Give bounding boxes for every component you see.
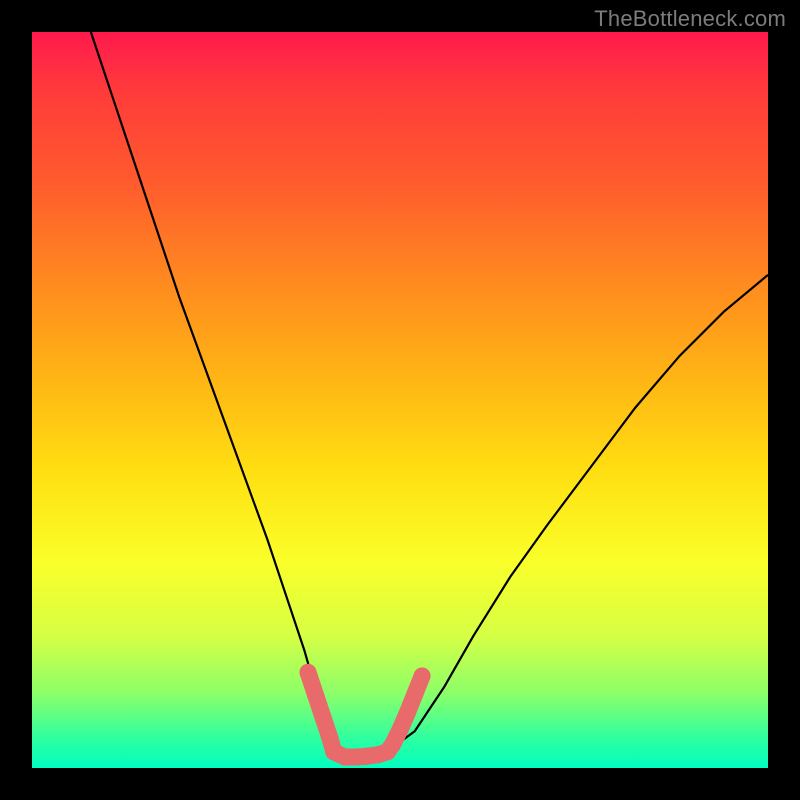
chart-frame: TheBottleneck.com bbox=[0, 0, 800, 800]
chart-svg bbox=[32, 32, 768, 768]
marker-dot bbox=[384, 736, 401, 753]
marker-dot bbox=[399, 704, 416, 721]
highlight-markers bbox=[300, 664, 431, 766]
watermark-text: TheBottleneck.com bbox=[594, 6, 786, 32]
plot-area bbox=[32, 32, 768, 768]
bottleneck-curve bbox=[91, 32, 768, 757]
marker-dot bbox=[314, 708, 331, 725]
marker-dot bbox=[392, 721, 409, 738]
marker-dot bbox=[406, 686, 423, 703]
marker-dot bbox=[307, 686, 324, 703]
marker-dot bbox=[300, 664, 317, 681]
marker-dot bbox=[414, 668, 431, 685]
